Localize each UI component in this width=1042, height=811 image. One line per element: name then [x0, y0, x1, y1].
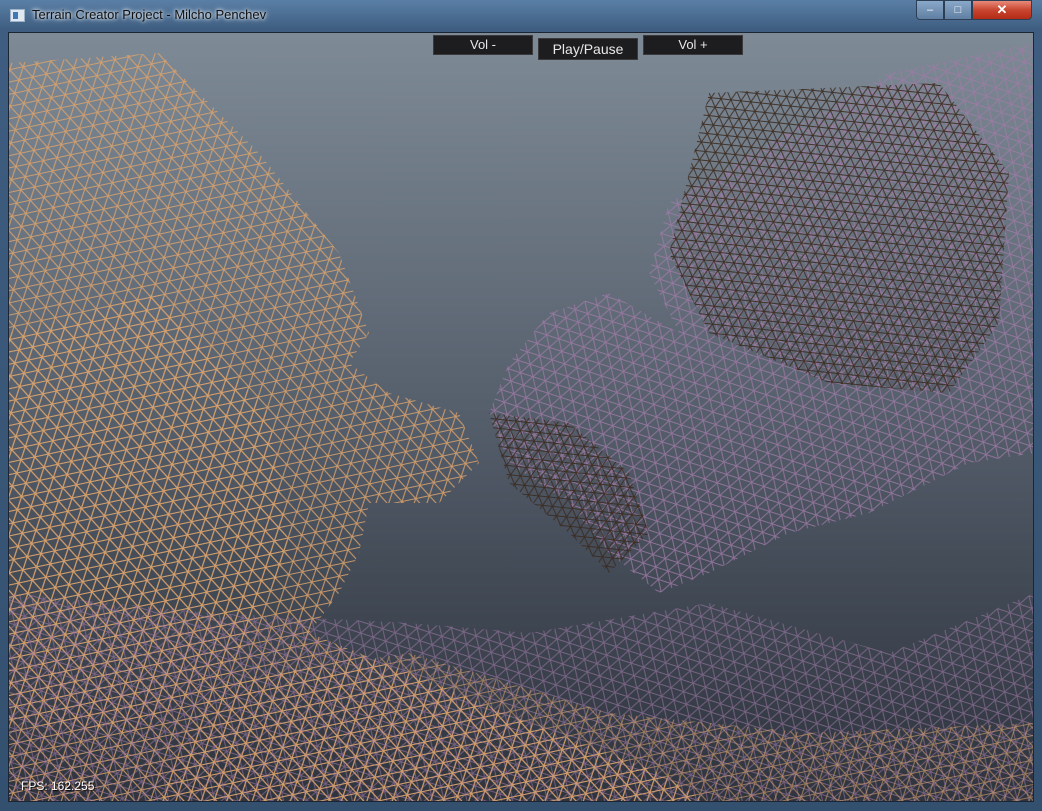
- volume-up-button[interactable]: Vol +: [643, 35, 743, 55]
- play-pause-button[interactable]: Play/Pause: [538, 38, 638, 60]
- close-button[interactable]: ✕: [972, 0, 1032, 20]
- 3d-viewport[interactable]: Vol - Play/Pause Vol + FPS: 162.255: [8, 32, 1034, 802]
- title-bar[interactable]: Terrain Creator Project - Milcho Penchev…: [0, 0, 1042, 32]
- terrain-wireframe-mesh: [9, 43, 1033, 801]
- window-title: Terrain Creator Project - Milcho Penchev: [32, 7, 267, 22]
- maximize-button[interactable]: □: [944, 0, 972, 20]
- fps-counter: FPS: 162.255: [21, 779, 95, 793]
- volume-down-button[interactable]: Vol -: [433, 35, 533, 55]
- app-icon[interactable]: [10, 9, 25, 22]
- minimize-button[interactable]: –: [916, 0, 944, 20]
- app-window: Terrain Creator Project - Milcho Penchev…: [0, 0, 1042, 811]
